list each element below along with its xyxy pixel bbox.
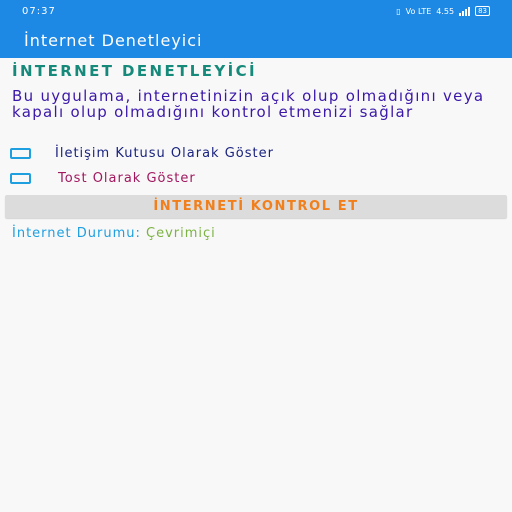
app-bar: İnternet Denetleyici (0, 22, 512, 58)
app-title: İnternet Denetleyici (24, 30, 203, 50)
internet-status-label: İnternet Durumu: (12, 226, 146, 241)
battery-icon: 83 (475, 6, 490, 16)
network-speed: 4.55 (436, 6, 455, 16)
dialog-checkbox[interactable] (10, 148, 31, 159)
dialog-checkbox-label[interactable]: İletişim Kutusu Olarak Göster (55, 146, 274, 161)
internet-status-value: Çevrimiçi (146, 226, 216, 241)
option-toast[interactable]: Tost Olarak Göster (10, 171, 196, 186)
status-time: 07:37 (22, 5, 56, 17)
vibrate-icon: ▯ (396, 6, 401, 16)
app-description: Bu uygulama, internetinizin açık olup ol… (12, 87, 485, 121)
page-heading: İNTERNET DENETLEYİCİ (12, 62, 257, 80)
network-type: Vo LTE (405, 6, 432, 16)
internet-status: İnternet Durumu: Çevrimiçi (12, 226, 216, 241)
status-bar: 07:37 ▯ Vo LTE 4.55 83 (0, 0, 512, 22)
toast-checkbox-label[interactable]: Tost Olarak Göster (58, 171, 196, 186)
signal-icon (459, 6, 471, 16)
check-internet-button[interactable]: İNTERNETİ KONTROL ET (5, 195, 507, 218)
option-dialog[interactable]: İletişim Kutusu Olarak Göster (10, 146, 274, 161)
toast-checkbox[interactable] (10, 173, 31, 184)
status-icons: ▯ Vo LTE 4.55 83 (396, 6, 490, 16)
